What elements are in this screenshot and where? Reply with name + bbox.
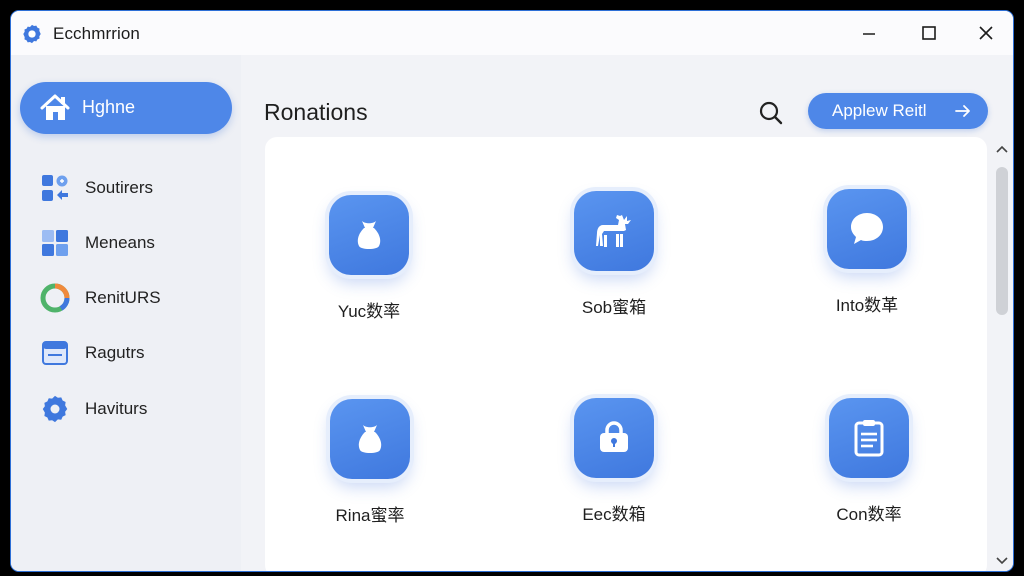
sidebar-item-label: Haviturs (85, 399, 148, 418)
grid-icon (42, 230, 68, 256)
tile-item[interactable]: Yuc数率 (269, 195, 469, 345)
tile-label: Into数革 (835, 296, 899, 315)
search-button[interactable] (756, 98, 786, 128)
sidebar-item-ragutrs[interactable]: Ragutrs (20, 333, 232, 373)
deer-icon (596, 215, 631, 247)
apps-icon (42, 175, 68, 201)
sidebar-item-label: Soutirers (85, 178, 154, 197)
tile-label: Eec数箱 (582, 505, 646, 524)
tile-badge (829, 398, 909, 478)
tile-label: Rina蜜率 (335, 506, 405, 525)
tile-item[interactable]: Into数革 (767, 189, 967, 339)
page-title: Ronations (264, 99, 368, 125)
tile-item[interactable]: Eec数箱 (514, 398, 714, 548)
gear-icon (23, 24, 41, 44)
tiles-card: Yuc数率 Sob蜜箱 Into数革 Rina蜜率 Eec数箱 Con数率 (265, 137, 987, 571)
tile-badge (329, 195, 409, 275)
window-title: Ecchmrrion (53, 24, 140, 43)
sidebar-item-label: Meneans (85, 233, 155, 252)
minimize-icon (863, 33, 875, 35)
bag-icon (357, 221, 381, 249)
lock-icon (600, 421, 628, 452)
tile-item[interactable]: Sob蜜箱 (514, 191, 714, 341)
home-icon (40, 94, 70, 120)
sidebar-item-home[interactable]: Hghne (20, 82, 232, 134)
primary-action-button[interactable]: Applew Reitl (808, 93, 988, 129)
chat-bubble-icon (851, 213, 883, 244)
primary-action-label: Applew Reitl (832, 101, 927, 120)
search-icon (759, 101, 783, 125)
tile-label: Sob蜜箱 (581, 298, 647, 317)
sidebar: Hghne Soutirers Meneans RenitURS Ragutrs… (11, 55, 241, 571)
close-icon (979, 26, 993, 40)
bag-icon (358, 425, 382, 453)
chevron-up-icon[interactable] (995, 143, 1009, 155)
tile-badge (574, 398, 654, 478)
close-button[interactable] (958, 11, 1013, 55)
sidebar-item-soutirers[interactable]: Soutirers (20, 168, 232, 208)
tile-badge (330, 399, 410, 479)
vertical-scrollbar[interactable] (993, 137, 1011, 571)
title-bar: Ecchmrrion (11, 11, 1013, 55)
tile-label: Con数率 (836, 505, 902, 524)
sidebar-item-label: RenitURS (85, 288, 161, 307)
inbox-icon (42, 341, 68, 365)
tile-label: Yuc数率 (337, 302, 401, 321)
maximize-icon (922, 26, 936, 40)
tile-badge (574, 191, 654, 271)
main-content: Ronations Applew Reitl Yuc数率 Sob蜜箱 Into数… (241, 55, 1013, 571)
sidebar-item-haviturs[interactable]: Haviturs (20, 389, 232, 429)
tile-badge (827, 189, 907, 269)
clipboard-icon (854, 420, 884, 457)
arrow-right-icon (955, 105, 970, 117)
maximize-button[interactable] (901, 11, 957, 55)
minimize-button[interactable] (841, 11, 897, 55)
app-window: Ecchmrrion Hghne Soutirers Meneans Renit… (10, 10, 1014, 572)
sidebar-item-label: Hghne (82, 97, 136, 117)
sidebar-item-reniturs[interactable]: RenitURS (20, 278, 232, 318)
pie-chart-icon (40, 283, 70, 313)
chevron-down-icon[interactable] (995, 555, 1009, 567)
sidebar-item-meneans[interactable]: Meneans (20, 223, 232, 263)
gear-icon (42, 395, 68, 423)
scrollbar-thumb[interactable] (996, 167, 1008, 315)
sidebar-item-label: Ragutrs (85, 343, 145, 362)
tile-item[interactable]: Con数率 (769, 398, 969, 548)
tile-item[interactable]: Rina蜜率 (270, 399, 470, 549)
